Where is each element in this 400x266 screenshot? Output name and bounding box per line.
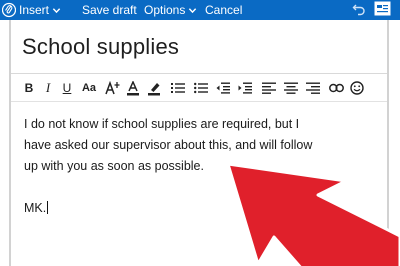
- align-center-button[interactable]: [283, 79, 299, 97]
- increase-indent-icon: [238, 82, 252, 94]
- bulleted-list-button[interactable]: [193, 79, 209, 97]
- subject-divider: [11, 73, 387, 74]
- body-line: have asked our supervisor about this, an…: [24, 138, 313, 152]
- command-bar: Insert Save draft Options Cancel: [0, 0, 400, 20]
- body-line: up with you as soon as possible.: [24, 159, 204, 173]
- align-right-icon: [306, 82, 320, 94]
- cancel-label: Cancel: [205, 3, 243, 17]
- attachment-icon: [2, 2, 16, 18]
- align-left-icon: [262, 82, 276, 94]
- chevron-down-icon: [52, 7, 61, 13]
- bulleted-list-icon: [194, 82, 208, 94]
- align-left-button[interactable]: [261, 79, 277, 97]
- insert-link-button[interactable]: [328, 79, 344, 97]
- underline-button[interactable]: U: [60, 79, 74, 97]
- insert-label: Insert: [19, 3, 50, 17]
- bold-button[interactable]: B: [22, 79, 36, 97]
- popout-window-icon[interactable]: [374, 1, 391, 16]
- signature: MK.: [24, 201, 47, 215]
- numbered-list-button[interactable]: [170, 79, 186, 97]
- save-draft-label: Save draft: [82, 3, 137, 17]
- insert-menu-button[interactable]: Insert: [2, 0, 61, 20]
- decrease-indent-icon: [216, 82, 230, 94]
- message-body[interactable]: I do not know if school supplies are req…: [24, 114, 354, 219]
- align-right-button[interactable]: [305, 79, 321, 97]
- text-cursor: [47, 201, 49, 214]
- font-color-icon: [127, 80, 139, 95]
- save-draft-button[interactable]: Save draft: [82, 0, 137, 20]
- toolbar-divider: [11, 101, 387, 102]
- highlight-button[interactable]: [146, 79, 162, 97]
- signature-line: MK.: [24, 198, 354, 219]
- align-center-icon: [284, 82, 298, 94]
- undo-icon[interactable]: [352, 2, 366, 16]
- highlight-icon: [148, 82, 160, 95]
- chevron-down-icon: [189, 7, 197, 13]
- numbered-list-icon: [171, 83, 185, 93]
- subject-field[interactable]: School supplies: [22, 34, 179, 60]
- emoji-button[interactable]: [349, 79, 365, 97]
- font-grow-button[interactable]: [104, 79, 122, 97]
- cancel-button[interactable]: Cancel: [205, 0, 242, 20]
- font-grow-icon: [105, 81, 120, 95]
- font-color-button[interactable]: [125, 79, 141, 97]
- font-size-button[interactable]: Aa: [80, 79, 98, 97]
- options-menu-button[interactable]: Options: [144, 0, 197, 20]
- link-icon: [328, 83, 344, 93]
- options-label: Options: [144, 3, 186, 17]
- decrease-indent-button[interactable]: [215, 79, 231, 97]
- emoji-icon: [350, 81, 364, 95]
- body-line: I do not know if school supplies are req…: [24, 117, 300, 131]
- increase-indent-button[interactable]: [237, 79, 253, 97]
- italic-button[interactable]: I: [42, 79, 54, 97]
